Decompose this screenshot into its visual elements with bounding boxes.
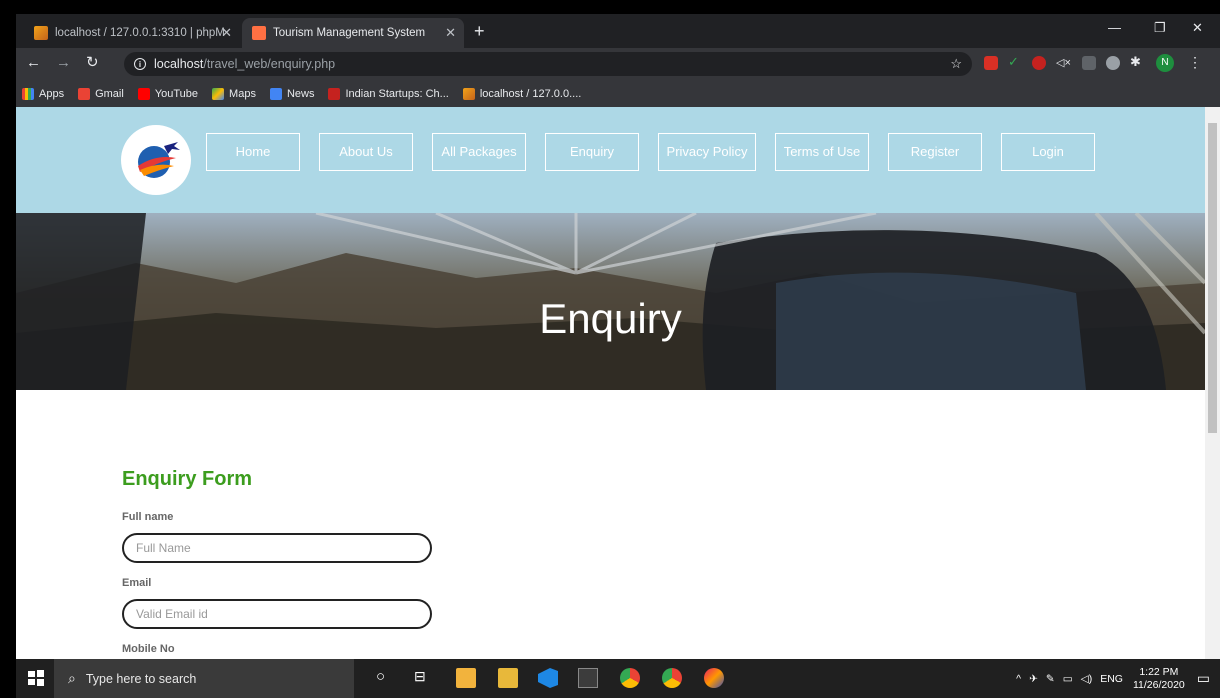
scrollbar-thumb[interactable] <box>1208 123 1217 433</box>
email-input[interactable] <box>122 599 432 629</box>
notifications-icon[interactable]: ▭ <box>1197 670 1210 687</box>
network-icon[interactable]: ✈ <box>1029 673 1038 685</box>
pen-icon[interactable]: ✎ <box>1046 673 1055 685</box>
nav-register[interactable]: Register <box>888 133 982 171</box>
chrome-active-icon[interactable] <box>662 668 682 688</box>
bookmark-youtube[interactable]: YouTube <box>137 87 198 100</box>
site-logo[interactable] <box>121 125 191 195</box>
fullname-input[interactable] <box>122 533 432 563</box>
address-bar[interactable]: i localhost/travel_web/enquiry.php ☆ <box>124 52 972 76</box>
globe-plane-icon <box>138 142 180 178</box>
nav-enquiry[interactable]: Enquiry <box>545 133 639 171</box>
screenshot-extension-icon[interactable] <box>1082 56 1096 70</box>
puzzle-extensions-icon[interactable]: ✱ <box>1130 54 1144 69</box>
form-title: Enquiry Form <box>122 468 253 490</box>
task-view-icon[interactable]: ⊟ <box>414 668 434 688</box>
browser-toolbar: ← → ↻ i localhost/travel_web/enquiry.php… <box>16 48 1220 80</box>
page-scrollbar[interactable] <box>1205 107 1220 659</box>
main-nav: Home About Us All Packages Enquiry Priva… <box>206 133 1114 171</box>
mobile-label: Mobile No <box>122 643 175 655</box>
bookmark-news[interactable]: News <box>269 87 314 100</box>
file-explorer-icon[interactable] <box>498 668 518 688</box>
profile-avatar[interactable]: N <box>1156 54 1174 72</box>
clock[interactable]: 1:22 PM 11/26/2020 <box>1133 666 1185 692</box>
mute-icon[interactable]: ◁× <box>1056 56 1071 70</box>
phpmyadmin-icon <box>34 26 48 40</box>
store-icon[interactable] <box>456 668 476 688</box>
bookmarks-bar: Apps Gmail YouTube Maps News Indian Star… <box>16 80 1220 107</box>
menu-kebab-icon[interactable]: ⋮ <box>1188 54 1202 70</box>
nav-home[interactable]: Home <box>206 133 300 171</box>
search-icon: ⌕ <box>68 670 76 686</box>
hero-banner: Enquiry <box>16 213 1205 390</box>
tab-phpmyadmin[interactable]: localhost / 127.0.0.1:3310 | phpM ✕ <box>24 18 240 48</box>
nav-terms-of-use[interactable]: Terms of Use <box>775 133 869 171</box>
windows-taskbar: ⌕ Type here to search ○ ⊟ ^ ✈ ✎ ▭ ◁) ENG… <box>16 659 1220 698</box>
check-extension-icon[interactable]: ✓ <box>1008 54 1022 69</box>
bookmark-maps[interactable]: Maps <box>212 87 256 100</box>
windows-start-icon[interactable] <box>26 668 46 688</box>
apps-grid-icon <box>22 87 34 100</box>
page-viewport: Home About Us All Packages Enquiry Priva… <box>16 107 1205 659</box>
new-tab-button[interactable]: + <box>474 22 485 40</box>
bookmark-apps[interactable]: Apps <box>22 87 64 100</box>
taskbar-search[interactable]: ⌕ Type here to search <box>54 659 354 698</box>
close-tab-icon[interactable]: ✕ <box>445 25 456 41</box>
bookmark-indian-startups[interactable]: Indian Startups: Ch... <box>328 87 449 100</box>
phpmyadmin-icon <box>462 87 475 100</box>
xampp-icon <box>252 26 266 40</box>
paint-icon[interactable] <box>704 668 724 688</box>
close-tab-icon[interactable]: ✕ <box>221 25 232 41</box>
minimize-icon[interactable]: — <box>1108 20 1121 35</box>
youtube-icon <box>137 87 150 100</box>
news-icon <box>269 87 282 100</box>
back-icon[interactable]: ← <box>26 54 41 72</box>
language-indicator[interactable]: ENG <box>1100 673 1123 685</box>
chevron-up-icon[interactable]: ^ <box>1016 673 1021 685</box>
vscode-icon[interactable] <box>538 668 558 688</box>
chrome-icon[interactable] <box>620 668 640 688</box>
cortana-icon[interactable]: ○ <box>376 668 396 688</box>
tab-strip: localhost / 127.0.0.1:3310 | phpM ✕ Tour… <box>16 14 1220 48</box>
tab-tourism[interactable]: Tourism Management System ✕ <box>242 18 464 48</box>
terminal-icon[interactable] <box>578 668 598 688</box>
et-icon <box>328 87 341 100</box>
incognito-extension-icon[interactable] <box>1106 56 1120 70</box>
extension-icon[interactable] <box>984 56 998 70</box>
nav-login[interactable]: Login <box>1001 133 1095 171</box>
restore-icon[interactable]: ❐ <box>1154 20 1166 36</box>
forward-icon[interactable]: → <box>56 54 71 72</box>
maps-icon <box>212 87 225 100</box>
nav-about-us[interactable]: About Us <box>319 133 413 171</box>
battery-icon[interactable]: ▭ <box>1063 673 1073 685</box>
info-icon[interactable]: i <box>134 58 146 70</box>
site-header: Home About Us All Packages Enquiry Priva… <box>16 107 1205 213</box>
bookmark-star-icon[interactable]: ☆ <box>950 56 962 72</box>
nav-all-packages[interactable]: All Packages <box>432 133 526 171</box>
bookmark-gmail[interactable]: Gmail <box>78 87 124 100</box>
fullname-label: Full name <box>122 511 174 523</box>
ublock-icon[interactable] <box>1032 56 1046 70</box>
email-label: Email <box>122 577 152 589</box>
reload-icon[interactable]: ↻ <box>86 54 99 72</box>
bookmark-localhost[interactable]: localhost / 127.0.0.... <box>462 87 581 100</box>
nav-privacy-policy[interactable]: Privacy Policy <box>658 133 756 171</box>
gmail-icon <box>78 87 91 100</box>
volume-icon[interactable]: ◁) <box>1081 673 1093 685</box>
close-window-icon[interactable]: ✕ <box>1192 20 1203 36</box>
hero-title: Enquiry <box>539 295 682 342</box>
system-tray: ^ ✈ ✎ ▭ ◁) ENG 1:22 PM 11/26/2020 ▭ <box>1016 659 1220 698</box>
enquiry-section: Enquiry Form Full name Email Mobile No <box>16 390 1205 655</box>
